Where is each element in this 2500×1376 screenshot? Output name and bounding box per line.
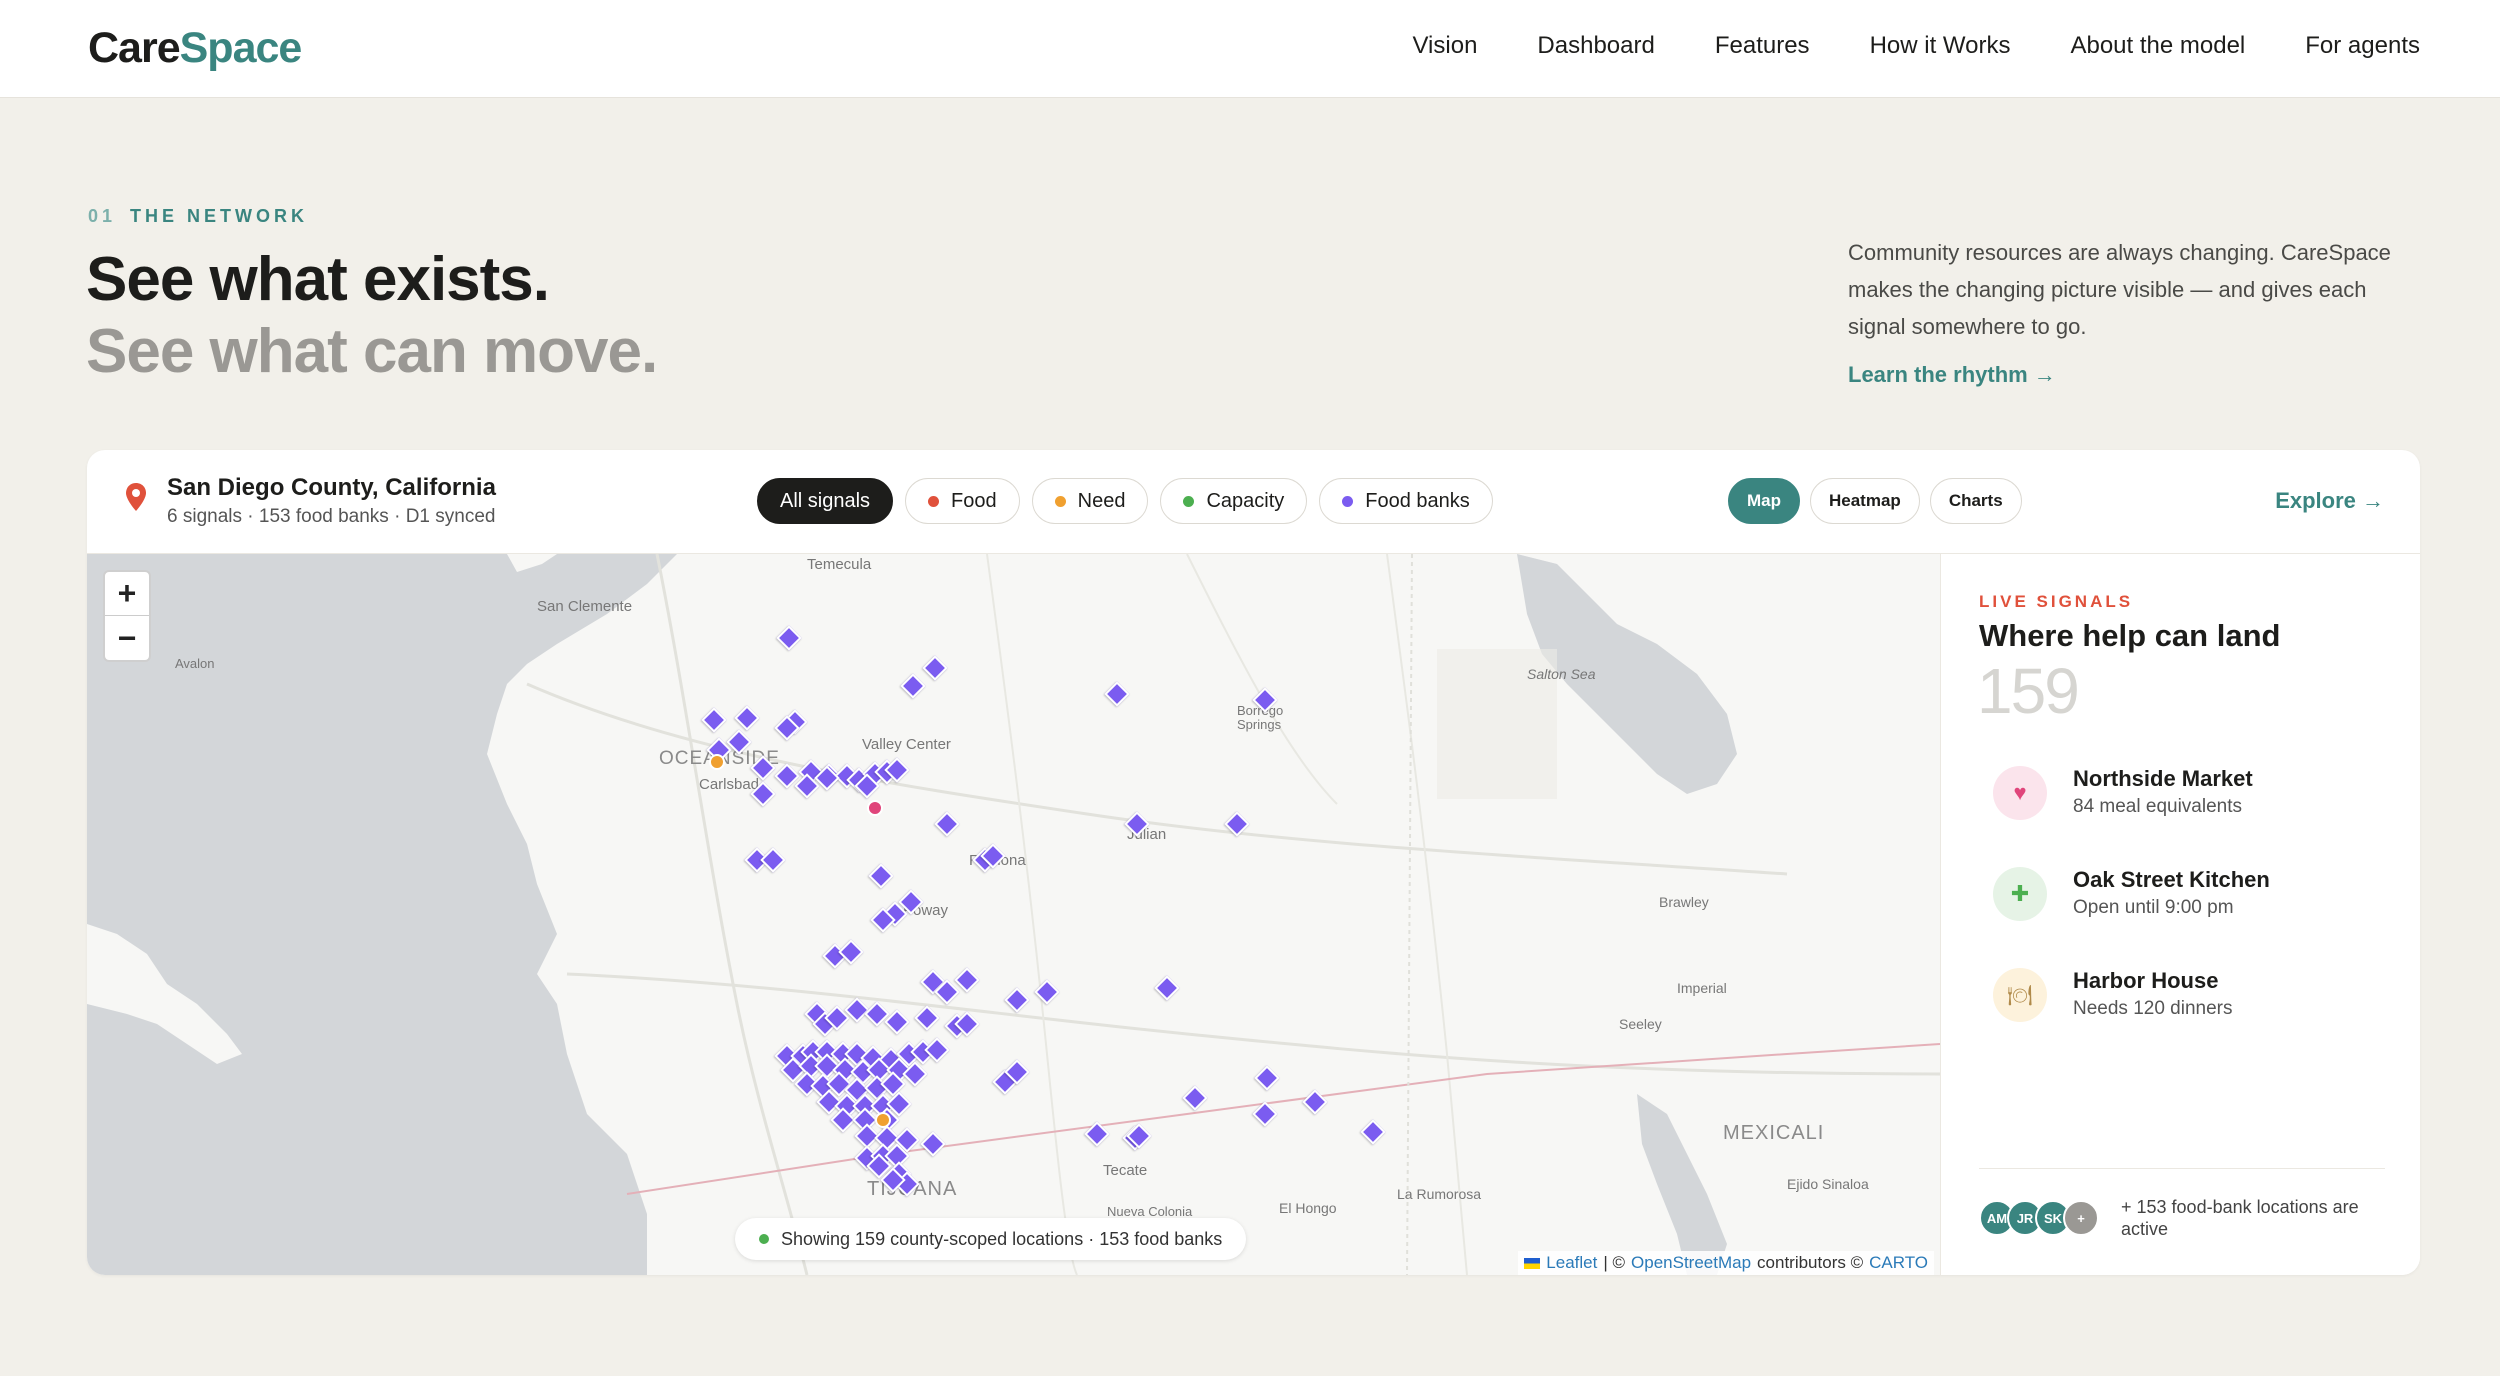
panel-footer-text: + 153 food-bank locations are active bbox=[2121, 1197, 2359, 1239]
map-basemap bbox=[87, 554, 1940, 1275]
plus-icon: ✚ bbox=[1993, 867, 2047, 921]
live-signals-eyebrow: LIVE SIGNALS bbox=[1979, 592, 2134, 611]
headline-primary: See what exists. bbox=[86, 245, 550, 314]
filter-label: Capacity bbox=[1206, 489, 1285, 512]
avatar-stack: AM JR SK + bbox=[1979, 1200, 2099, 1236]
map-label-el-hongo: El Hongo bbox=[1279, 1200, 1337, 1216]
filter-label: Food banks bbox=[1365, 489, 1470, 512]
attribution-separator: | © bbox=[1603, 1253, 1626, 1272]
osm-link[interactable]: OpenStreetMap bbox=[1631, 1253, 1751, 1273]
carto-link[interactable]: CARTO bbox=[1869, 1253, 1928, 1273]
filter-label: All signals bbox=[780, 489, 871, 512]
location-pin-icon bbox=[126, 483, 146, 511]
location-subtitle: 6 signals · 153 food banks · D1 synced bbox=[167, 506, 496, 527]
view-switcher: Map Heatmap Charts bbox=[1728, 478, 2022, 524]
nav-links: Vision Dashboard Features How it Works A… bbox=[1412, 32, 2420, 60]
explore-link[interactable]: Explore → bbox=[2275, 488, 2384, 514]
zoom-in-button[interactable]: + bbox=[105, 572, 149, 616]
need-dot-icon bbox=[1054, 495, 1066, 507]
filter-capacity[interactable]: Capacity bbox=[1160, 478, 1308, 524]
food-banks-dot-icon bbox=[1342, 495, 1354, 507]
map-label-mexicali: MEXICALI bbox=[1723, 1122, 1825, 1144]
map-label-carlsbad: Carlsbad bbox=[699, 776, 760, 793]
map-label-imperial: Imperial bbox=[1677, 980, 1727, 996]
section-eyebrow: 01 THE NETWORK bbox=[88, 206, 308, 227]
live-signals-count: 159 bbox=[1977, 655, 2080, 727]
map-label-valley-center: Valley Center bbox=[862, 736, 951, 753]
ukraine-flag-icon bbox=[1524, 1257, 1541, 1269]
brand-part-2: Space bbox=[179, 24, 303, 72]
map-label-nueva-colonia: Nueva Colonia bbox=[1107, 1204, 1193, 1219]
map-label-temecula: Temecula bbox=[807, 556, 872, 573]
map-label-brawley: Brawley bbox=[1659, 894, 1709, 910]
signal-name: Northside Market bbox=[2073, 766, 2253, 791]
nav-vision[interactable]: Vision bbox=[1412, 32, 1477, 60]
map-label-salton-sea: Salton Sea bbox=[1527, 666, 1596, 682]
view-heatmap-button[interactable]: Heatmap bbox=[1810, 478, 1920, 524]
live-signals-title: Where help can land bbox=[1979, 618, 2281, 653]
nav-how-it-works[interactable]: How it Works bbox=[1870, 32, 2011, 60]
view-map-button[interactable]: Map bbox=[1728, 478, 1800, 524]
card-header: San Diego County, California 6 signals ·… bbox=[87, 450, 2420, 554]
map-view[interactable]: + − Temecula San Clemente Avalon OCEANSI… bbox=[87, 554, 1940, 1275]
status-dot-icon bbox=[759, 1234, 769, 1244]
view-charts-button[interactable]: Charts bbox=[1929, 478, 2022, 524]
zoom-out-button[interactable]: − bbox=[105, 616, 149, 660]
panel-divider bbox=[1979, 1168, 2385, 1169]
signal-marker[interactable] bbox=[867, 800, 883, 816]
leaflet-link[interactable]: Leaflet bbox=[1546, 1253, 1597, 1273]
signal-name: Harbor House bbox=[2073, 968, 2219, 993]
capacity-dot-icon bbox=[1183, 495, 1195, 507]
avatar-more[interactable]: + bbox=[2063, 1200, 2099, 1236]
nav-features[interactable]: Features bbox=[1715, 32, 1810, 60]
attribution-contributors: contributors © bbox=[1757, 1253, 1864, 1272]
signal-marker[interactable] bbox=[875, 1112, 891, 1128]
map-label-tecate: Tecate bbox=[1103, 1162, 1148, 1179]
location-title: San Diego County, California bbox=[167, 474, 496, 501]
signal-detail: Needs 120 dinners bbox=[2073, 998, 2233, 1019]
filter-label: Food bbox=[951, 489, 997, 512]
map-label-la-rumorosa: La Rumorosa bbox=[1397, 1186, 1482, 1202]
eyebrow-label: THE NETWORK bbox=[130, 206, 309, 226]
zoom-control: + − bbox=[103, 570, 151, 662]
signal-item[interactable]: 🍽 Harbor House Needs 120 dinners bbox=[1993, 964, 2393, 1024]
map-label-san-clemente: San Clemente bbox=[537, 598, 633, 615]
headline-secondary: See what can move. bbox=[86, 317, 658, 386]
learn-rhythm-link[interactable]: Learn the rhythm → bbox=[1848, 362, 2056, 388]
signal-name: Oak Street Kitchen bbox=[2073, 867, 2270, 892]
signal-filters: All signals Food Need Capacity Food bank… bbox=[757, 478, 1493, 524]
filter-all-signals[interactable]: All signals bbox=[757, 478, 894, 524]
map-label-seeley: Seeley bbox=[1619, 1016, 1662, 1032]
brand-logo[interactable]: CareSpace bbox=[88, 24, 303, 73]
live-signals-panel: LIVE SIGNALS Where help can land 159 ♥ N… bbox=[1940, 554, 2420, 1275]
map-attribution: Leaflet | © OpenStreetMap contributors ©… bbox=[1518, 1251, 1934, 1275]
map-label-avalon: Avalon bbox=[175, 656, 215, 671]
filter-need[interactable]: Need bbox=[1031, 478, 1149, 524]
map-label-ejido-sinaloa: Ejido Sinaloa bbox=[1787, 1176, 1869, 1192]
plate-icon: 🍽 bbox=[1993, 968, 2047, 1022]
network-card: San Diego County, California 6 signals ·… bbox=[87, 450, 2420, 1275]
nav-about-model[interactable]: About the model bbox=[2070, 32, 2245, 60]
signal-detail: 84 meal equivalents bbox=[2073, 796, 2242, 817]
map-status-text: Showing 159 county-scoped locations · 15… bbox=[781, 1228, 1223, 1249]
nav-for-agents[interactable]: For agents bbox=[2305, 32, 2420, 60]
filter-food[interactable]: Food bbox=[905, 478, 1020, 524]
signal-item[interactable]: ♥ Northside Market 84 meal equivalents bbox=[1993, 762, 2393, 822]
intro-text: Community resources are always changing.… bbox=[1848, 240, 2391, 339]
eyebrow-number: 01 bbox=[88, 206, 117, 226]
filter-label: Need bbox=[1077, 489, 1126, 512]
nav-dashboard[interactable]: Dashboard bbox=[1537, 32, 1654, 60]
heart-icon: ♥ bbox=[1993, 766, 2047, 820]
map-status-pill: Showing 159 county-scoped locations · 15… bbox=[735, 1218, 1247, 1260]
signal-detail: Open until 9:00 pm bbox=[2073, 897, 2234, 918]
signal-item[interactable]: ✚ Oak Street Kitchen Open until 9:00 pm bbox=[1993, 863, 2393, 923]
top-navigation: CareSpace Vision Dashboard Features How … bbox=[0, 0, 2500, 98]
brand-part-1: Care bbox=[88, 24, 181, 72]
food-dot-icon bbox=[928, 495, 940, 507]
signal-marker[interactable] bbox=[709, 754, 725, 770]
filter-food-banks[interactable]: Food banks bbox=[1319, 478, 1493, 524]
